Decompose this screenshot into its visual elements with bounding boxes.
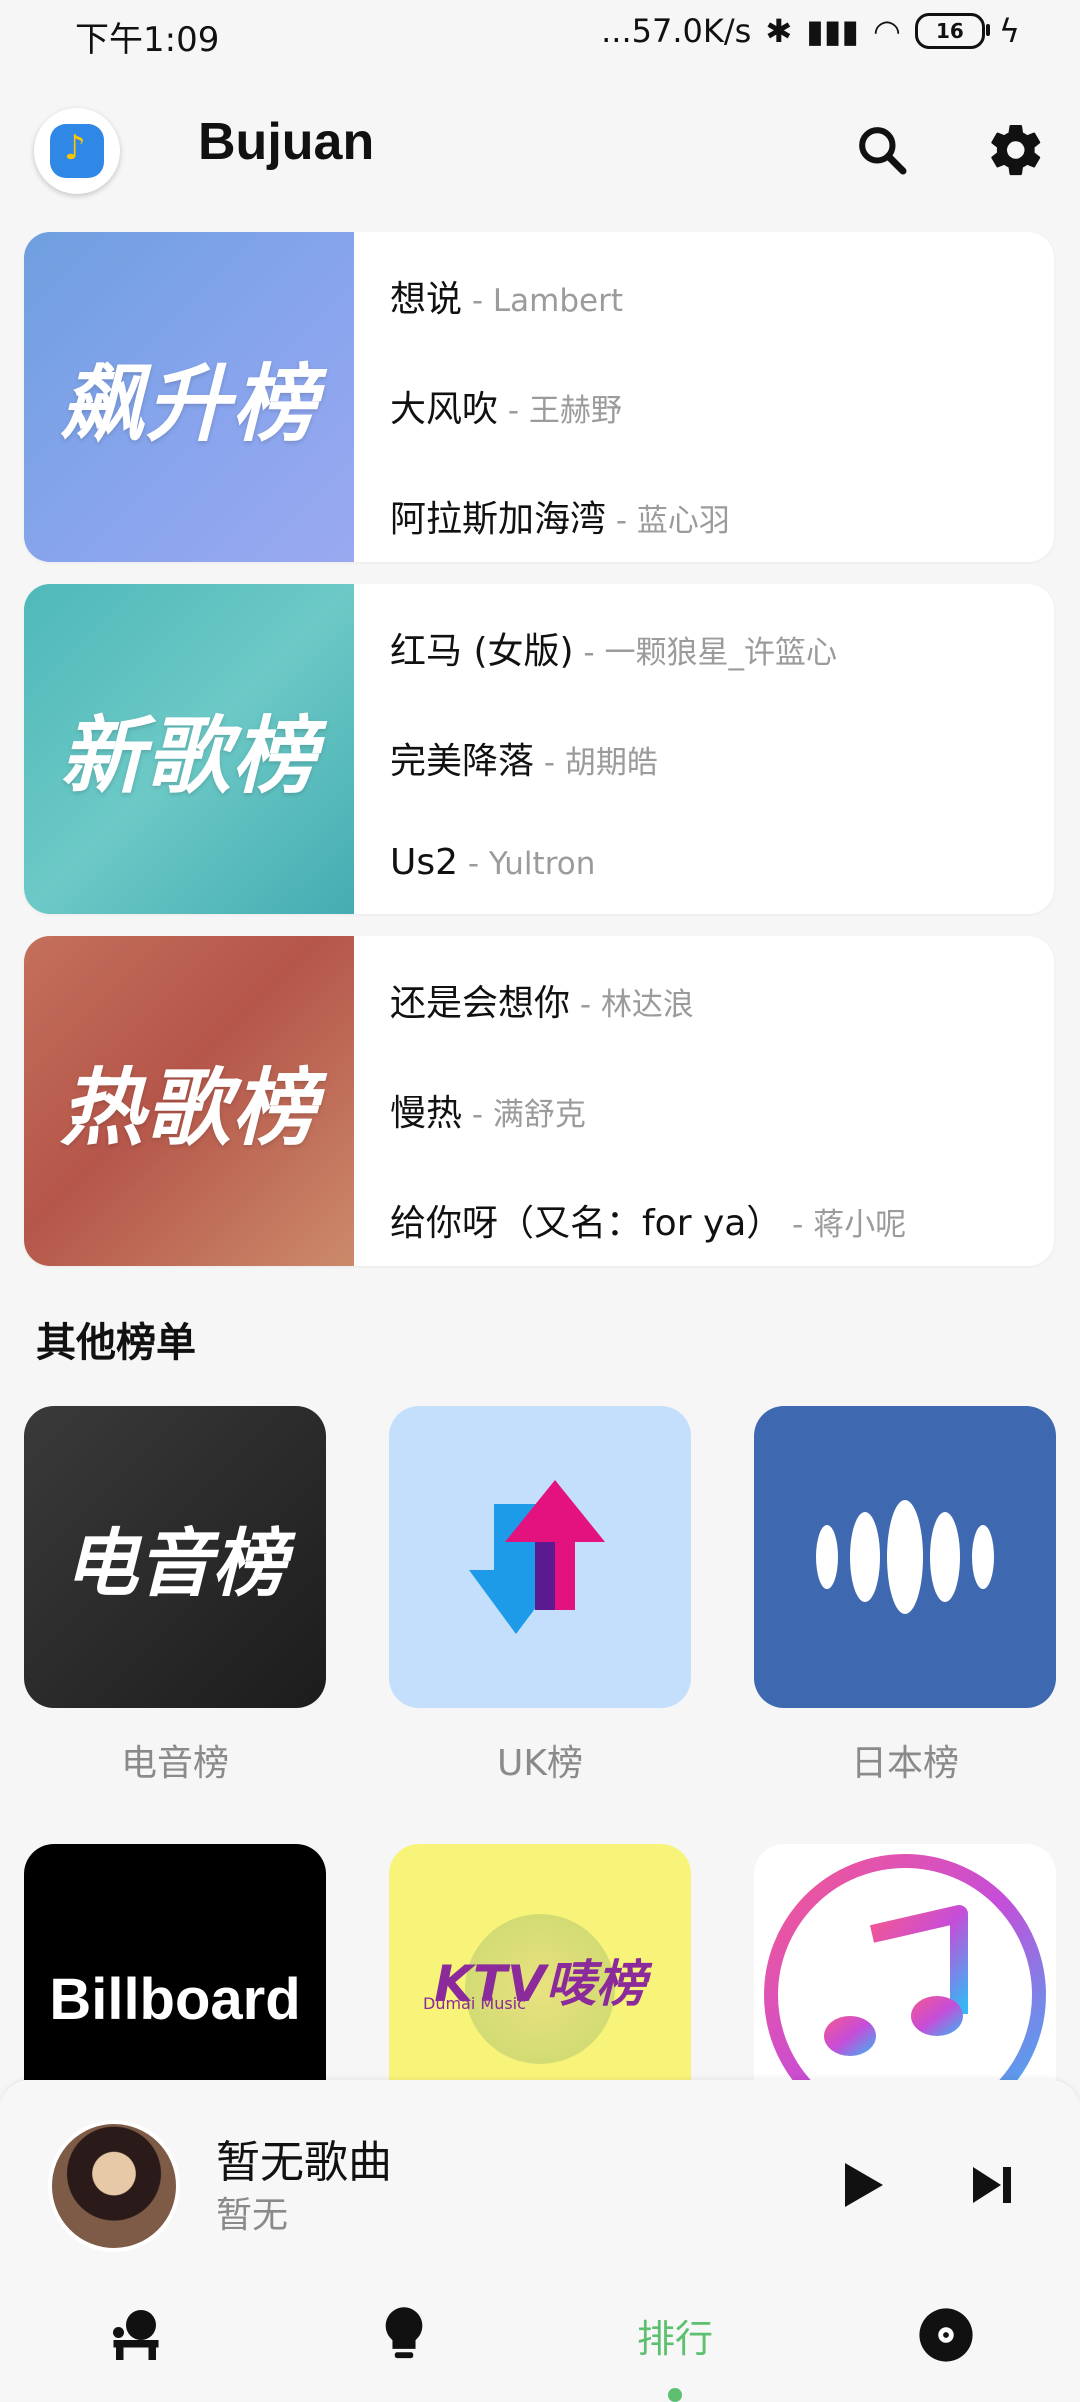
status-icons: ...57.0K/s ✱ ▮▮▮ ◠ 16 ϟ xyxy=(601,12,1020,50)
track-artist: - 一颗狼星_许篮心 xyxy=(573,635,837,671)
tile-label: UK榜 xyxy=(497,1743,583,1784)
search-button[interactable] xyxy=(842,110,922,190)
settings-button[interactable] xyxy=(976,110,1056,190)
track-title: 完美降落 xyxy=(390,741,535,782)
nav-label-ranking: 排行 xyxy=(636,2316,713,2361)
track-title: 想说 xyxy=(390,279,463,320)
cover-title: 新歌榜 xyxy=(59,706,318,805)
section-title: 其他榜单 xyxy=(36,1320,196,1366)
track-title: 慢热 xyxy=(390,1093,463,1134)
rank-card-soaring[interactable]: 飙升榜 想说 - Lambert 大风吹 - 王赫野 阿拉斯加海湾 - 蓝心羽 xyxy=(24,232,1054,562)
tile-billboard[interactable]: Billboard xyxy=(24,1844,326,2080)
charging-icon: ϟ xyxy=(998,12,1020,50)
tile-electronic[interactable]: 电音榜 xyxy=(24,1406,326,1708)
signal-icon: ▮▮▮ xyxy=(806,12,859,50)
tile-label: 电音榜 xyxy=(120,1743,229,1784)
track-artist: - 蒋小呢 xyxy=(782,1207,907,1243)
user-desk-icon xyxy=(113,2310,159,2360)
nav-item-disc[interactable] xyxy=(886,2300,1006,2370)
track-title: 红马 (女版) xyxy=(390,631,574,672)
track-item[interactable]: 给你呀（又名：for ya） - 蒋小呢 xyxy=(390,1194,906,1246)
tile-label: 日本榜 xyxy=(850,1743,959,1784)
nav-item-profile[interactable] xyxy=(76,2300,196,2370)
wifi-icon: ◠ xyxy=(872,12,901,50)
tile-itunes[interactable] xyxy=(754,1844,1056,2080)
cover-title: 热歌榜 xyxy=(59,1058,318,1157)
track-artist: - 胡期皓 xyxy=(534,745,658,781)
tile-uk[interactable] xyxy=(389,1406,691,1708)
track-item[interactable]: Us2 - Yultron xyxy=(390,842,595,883)
track-artist: - 林达浪 xyxy=(570,987,694,1023)
bluetooth-icon: ✱ xyxy=(765,12,793,50)
track-artist: - Yultron xyxy=(458,846,596,882)
track-title: 大风吹 xyxy=(390,389,499,430)
track-title: Us2 xyxy=(390,842,459,883)
card-cover: 新歌榜 xyxy=(24,584,354,914)
app-title: Bujuan xyxy=(198,113,375,171)
cover-title: 飙升榜 xyxy=(59,354,318,453)
battery-icon: 16 xyxy=(914,13,990,49)
tile-sub-text: Dumai Music xyxy=(423,1994,526,2013)
status-time: 下午1:09 xyxy=(75,20,220,60)
music-note-icon xyxy=(764,1854,1046,2080)
play-button[interactable] xyxy=(818,2140,908,2230)
rank-card-hot[interactable]: 热歌榜 还是会想你 - 林达浪 慢热 - 满舒克 给你呀（又名：for ya） … xyxy=(24,936,1054,1266)
skip-next-icon xyxy=(973,2167,1011,2203)
track-artist: - 蓝心羽 xyxy=(606,503,730,539)
track-item[interactable]: 慢热 - 满舒克 xyxy=(390,1084,586,1136)
next-button[interactable] xyxy=(948,2140,1038,2230)
gear-icon xyxy=(991,124,1041,176)
track-item[interactable]: 阿拉斯加海湾 - 蓝心羽 xyxy=(390,490,730,542)
rank-card-new[interactable]: 新歌榜 红马 (女版) - 一颗狼星_许篮心 完美降落 - 胡期皓 Us2 - … xyxy=(24,584,1054,914)
tile-cover-text: 电音榜 xyxy=(64,1520,286,1607)
search-icon xyxy=(859,127,907,175)
battery-level: 16 xyxy=(935,19,964,43)
sound-wave-icon xyxy=(816,1500,994,1614)
track-item[interactable]: 想说 - Lambert xyxy=(390,270,623,322)
track-artist: - 王赫野 xyxy=(498,393,622,429)
track-item[interactable]: 还是会想你 - 林达浪 xyxy=(390,974,694,1026)
card-cover: 飙升榜 xyxy=(24,232,354,562)
track-item[interactable]: 大风吹 - 王赫野 xyxy=(390,380,622,432)
album-avatar[interactable] xyxy=(48,2120,180,2252)
track-title: 阿拉斯加海湾 xyxy=(390,499,607,540)
track-item[interactable]: 红马 (女版) - 一颗狼星_许篮心 xyxy=(390,622,837,674)
tile-cover-text: Billboard xyxy=(49,1967,301,2032)
lightbulb-icon xyxy=(385,2307,423,2359)
status-bar: 下午1:09 ...57.0K/s ✱ ▮▮▮ ◠ 16 ϟ xyxy=(0,0,1080,66)
app-header: Bujuan xyxy=(0,80,1080,210)
track-item[interactable]: 完美降落 - 胡期皓 xyxy=(390,732,658,784)
network-speed: ...57.0K/s xyxy=(601,12,752,50)
player-song-title: 暂无歌曲 xyxy=(216,2137,392,2188)
track-title: 给你呀（又名：for ya） xyxy=(390,1203,783,1244)
nav-item-discover[interactable] xyxy=(344,2300,464,2370)
bottom-nav: 排行 xyxy=(0,2270,1080,2402)
play-icon xyxy=(845,2163,883,2207)
tile-ktv[interactable]: KTV唛榜 Dumai Music xyxy=(389,1844,691,2080)
up-down-arrows-icon xyxy=(469,1480,605,1634)
app-logo[interactable] xyxy=(34,108,120,194)
track-artist: - 满舒克 xyxy=(462,1097,586,1133)
tile-japan[interactable] xyxy=(754,1406,1056,1708)
player-song-artist: 暂无 xyxy=(216,2195,289,2236)
track-title: 还是会想你 xyxy=(390,983,571,1024)
nav-item-ranking[interactable]: 排行 xyxy=(615,2300,735,2370)
disc-icon xyxy=(919,2308,973,2362)
logo-icon xyxy=(50,124,104,178)
track-artist: - Lambert xyxy=(462,283,624,319)
card-cover: 热歌榜 xyxy=(24,936,354,1266)
